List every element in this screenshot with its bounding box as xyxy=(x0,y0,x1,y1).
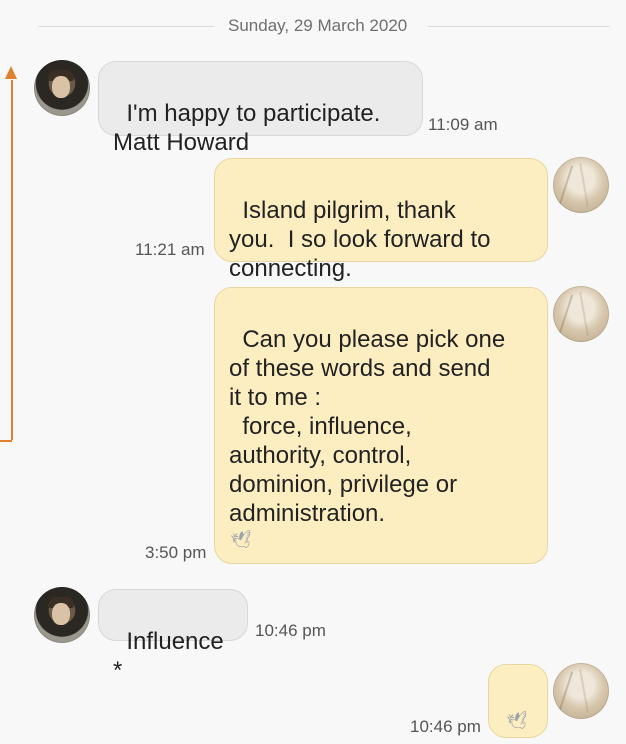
message-timestamp: 10:46 pm xyxy=(255,621,326,640)
avatar-self[interactable] xyxy=(553,157,609,213)
message-bubble-outgoing[interactable]: Can you please pick one of these words a… xyxy=(214,287,548,564)
date-label: Sunday, 29 March 2020 xyxy=(228,16,408,35)
avatar-self[interactable] xyxy=(553,663,609,719)
message-text: Influence * xyxy=(113,628,231,684)
message-bubble-incoming[interactable]: I'm happy to participate. Matt Howard xyxy=(98,61,423,156)
avatar-matt-howard[interactable] xyxy=(34,60,90,116)
dove-icon: 🕊 xyxy=(229,529,255,552)
message-bubble-incoming[interactable]: Influence * xyxy=(98,589,248,684)
message-bubble-outgoing[interactable]: Island pilgrim, thank you. I so look for… xyxy=(214,158,548,311)
avatar-matt-howard[interactable] xyxy=(34,587,90,643)
message-timestamp: 11:09 am xyxy=(428,115,498,134)
date-divider-line-left xyxy=(38,26,214,27)
avatar-self[interactable] xyxy=(553,286,609,342)
message-timestamp: 10:46 pm xyxy=(410,717,481,736)
annotation-arrow-tail xyxy=(0,440,12,442)
dove-icon: 🕊 xyxy=(505,710,531,733)
message-bubble-outgoing[interactable]: 🕊 xyxy=(488,664,548,738)
annotation-arrow-line xyxy=(11,80,13,440)
message-text: Island pilgrim, thank you. I so look for… xyxy=(229,197,491,282)
date-divider-line-right xyxy=(428,26,610,27)
date-divider: Sunday, 29 March 2020 xyxy=(38,6,610,46)
message-timestamp: 11:21 am xyxy=(135,240,205,259)
message-text: I'm happy to participate. Matt Howard xyxy=(113,100,381,156)
message-text: Can you please pick one of these words a… xyxy=(229,326,506,527)
message-timestamp: 3:50 pm xyxy=(145,543,207,562)
annotation-arrow-head-icon xyxy=(5,66,17,79)
